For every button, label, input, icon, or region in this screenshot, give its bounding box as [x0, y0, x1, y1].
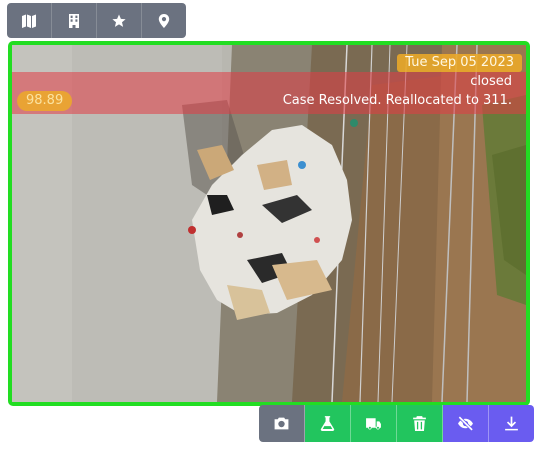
map-pin-icon — [158, 13, 170, 28]
location-button[interactable] — [142, 3, 186, 38]
building-button[interactable] — [52, 3, 97, 38]
date-badge: Tue Sep 05 2023 — [397, 54, 522, 72]
map-button[interactable] — [7, 3, 52, 38]
camera-button[interactable] — [259, 405, 305, 442]
truck-icon — [366, 418, 381, 430]
building-icon — [69, 13, 79, 28]
image-card[interactable]: Tue Sep 05 2023 closed Case Resolved. Re… — [8, 41, 530, 406]
star-icon — [112, 14, 126, 27]
camera-icon — [274, 417, 289, 430]
star-button[interactable] — [97, 3, 142, 38]
hide-button[interactable] — [443, 405, 489, 442]
flask-icon — [320, 416, 335, 431]
confidence-badge: 98.89 — [17, 91, 73, 111]
download-icon — [505, 416, 518, 431]
lab-button[interactable] — [305, 405, 351, 442]
truck-button[interactable] — [351, 405, 397, 442]
download-button[interactable] — [489, 405, 534, 442]
trash-icon — [413, 416, 426, 431]
map-icon — [22, 14, 36, 28]
bottom-toolbar — [259, 405, 534, 442]
top-toolbar — [7, 3, 186, 38]
case-notes: Case Resolved. Reallocated to 311. — [282, 93, 512, 108]
eye-slash-icon — [458, 415, 474, 432]
delete-button[interactable] — [397, 405, 443, 442]
status-label: closed — [470, 74, 512, 89]
